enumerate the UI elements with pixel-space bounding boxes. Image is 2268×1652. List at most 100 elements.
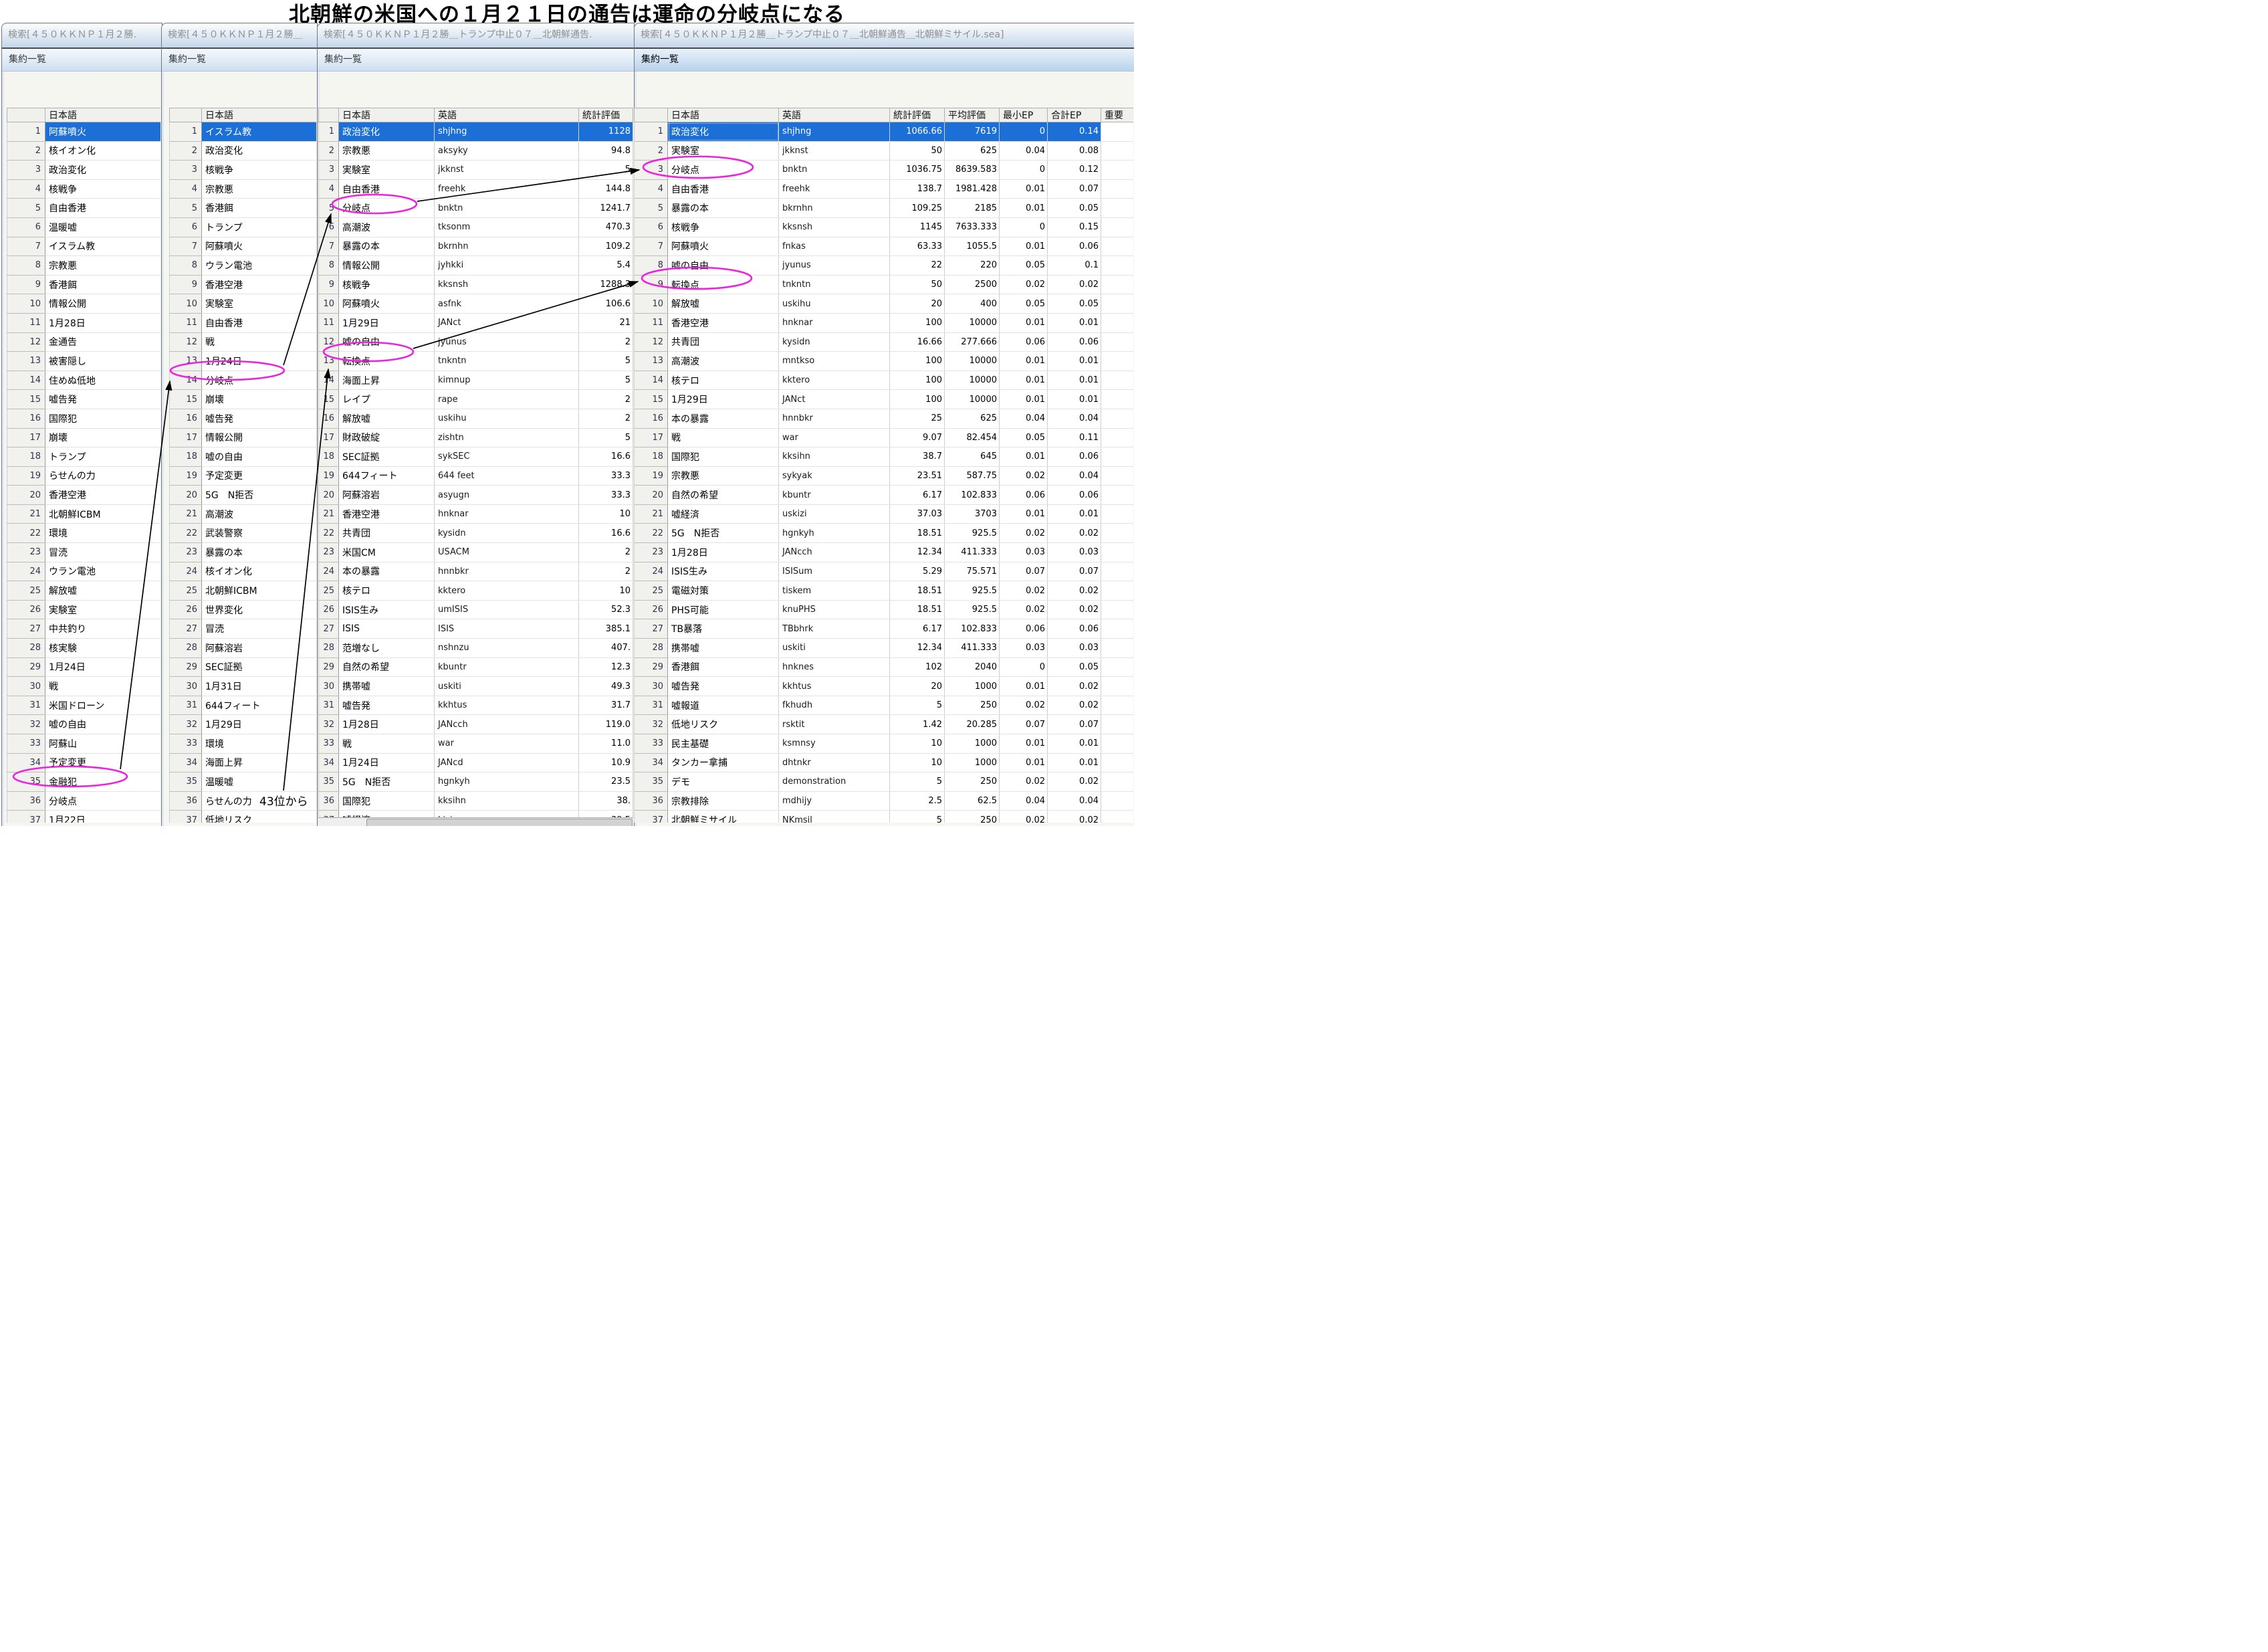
cell-value[interactable]: 2 [579,409,633,428]
row-number-cell[interactable]: 7 [170,237,202,256]
cell-value[interactable]: 0.01 [1000,313,1048,332]
table-row[interactable]: 16解放嘘uskihu2 [319,409,633,428]
cell-value[interactable] [1101,562,1134,581]
table-row[interactable]: 31嘘報道fkhudh52500.020.02 [635,696,1134,715]
table-row[interactable]: 17情報公開 [170,428,317,447]
cell-value[interactable]: 0.02 [1000,524,1048,543]
cell-value[interactable] [1101,199,1134,218]
row-number-cell[interactable]: 21 [7,504,45,524]
cell-value[interactable]: 10 [890,734,945,754]
cell-value[interactable] [1101,524,1134,543]
cell-value[interactable] [1101,734,1134,754]
menu-item-aggregate-list[interactable]: 集約一覧 [635,49,679,70]
table-row[interactable]: 33民主基礎ksmnsy1010000.010.01 [635,734,1134,754]
row-number-cell[interactable]: 3 [319,161,339,180]
cell-english[interactable]: mntkso [779,352,890,371]
column-header[interactable]: 合計EP [1048,108,1101,122]
cell-value[interactable]: 0.01 [1000,179,1048,199]
cell-japanese[interactable]: 戦 [202,332,317,352]
row-number-cell[interactable]: 22 [170,524,202,543]
cell-value[interactable]: 0.02 [1048,581,1101,601]
cell-japanese[interactable]: SEC証拠 [339,447,435,467]
row-number-cell[interactable]: 5 [170,199,202,218]
cell-value[interactable]: 0.07 [1000,562,1048,581]
cell-value[interactable] [1101,294,1134,314]
row-number-cell[interactable]: 2 [170,141,202,161]
row-number-cell[interactable]: 21 [635,504,668,524]
cell-japanese[interactable]: 携帯嘘 [339,677,435,696]
cell-japanese[interactable]: 自然の希望 [339,657,435,677]
cell-value[interactable] [1101,275,1134,294]
cell-japanese[interactable]: 香港餌 [45,275,161,294]
table-row[interactable]: 18SEC証拠sykSEC16.6 [319,447,633,467]
cell-value[interactable]: 49.3 [579,677,633,696]
cell-value[interactable]: 0 [1000,161,1048,180]
table-row[interactable]: 18国際犯kksihn38.76450.010.06 [635,447,1134,467]
cell-english[interactable]: hnknes [779,657,890,677]
cell-value[interactable]: 63.33 [890,237,945,256]
cell-japanese[interactable]: 嘘の自由 [339,332,435,352]
cell-japanese[interactable]: 転換点 [668,275,779,294]
cell-value[interactable]: 0.04 [1000,791,1048,811]
table-row[interactable]: 34予定変更 [7,753,161,772]
table-row[interactable]: 27ISISISIS385.1 [319,619,633,639]
row-number-cell[interactable]: 32 [170,715,202,734]
column-header[interactable]: 平均評価 [945,108,1000,122]
cell-japanese[interactable]: 転換点 [339,352,435,371]
table-row[interactable]: 22武装警察 [170,524,317,543]
table-row[interactable]: 9香港餌 [7,275,161,294]
row-number-cell[interactable]: 17 [170,428,202,447]
cell-value[interactable]: 0.02 [1048,811,1101,823]
cell-japanese[interactable]: 政治変化 [668,122,779,142]
cell-english[interactable]: knuPHS [779,600,890,619]
cell-japanese[interactable]: 海面上昇 [202,753,317,772]
table-row[interactable]: 21北朝鮮ICBM [7,504,161,524]
cell-value[interactable]: 0.02 [1048,600,1101,619]
cell-value[interactable]: 102.833 [945,619,1000,639]
cell-english[interactable]: shjhng [435,122,579,142]
cell-value[interactable]: 587.75 [945,466,1000,486]
cell-value[interactable]: 7619 [945,122,1000,142]
row-number-cell[interactable]: 34 [7,753,45,772]
cell-japanese[interactable]: 核戦争 [339,275,435,294]
row-number-cell[interactable]: 28 [319,639,339,658]
table-row[interactable]: 4自由香港freehk138.71981.4280.010.07 [635,179,1134,199]
cell-value[interactable]: 220 [945,256,1000,276]
cell-english[interactable]: JANcch [779,543,890,562]
cell-value[interactable]: 0.04 [1048,466,1101,486]
cell-value[interactable]: 625 [945,141,1000,161]
table-row[interactable]: 37北朝鮮ミサイルNKmsil52500.020.02 [635,811,1134,823]
cell-value[interactable]: 0.01 [1000,447,1048,467]
table-row[interactable]: 14住めぬ低地 [7,371,161,390]
cell-value[interactable]: 102.833 [945,486,1000,505]
column-header[interactable] [170,108,202,122]
cell-value[interactable]: 0.04 [1000,409,1048,428]
table-row[interactable]: 14分岐点 [170,371,317,390]
row-number-cell[interactable]: 8 [7,256,45,276]
cell-japanese[interactable]: 嘘報道 [668,696,779,715]
cell-value[interactable]: 0.05 [1048,199,1101,218]
table-row[interactable]: 30嘘告発kkhtus2010000.010.02 [635,677,1134,696]
row-number-cell[interactable]: 33 [319,734,339,754]
column-header[interactable]: 英語 [779,108,890,122]
table-row[interactable]: 151月29日JANct100100000.010.01 [635,390,1134,409]
table-row[interactable]: 28范増なしnshnzu407. [319,639,633,658]
cell-value[interactable]: 0.02 [1048,275,1101,294]
table-row[interactable]: 111月29日JANct21 [319,313,633,332]
cell-value[interactable]: 0.06 [1000,332,1048,352]
cell-japanese[interactable]: 米国ドローン [45,696,161,715]
row-number-cell[interactable]: 19 [635,466,668,486]
cell-japanese[interactable]: SEC証拠 [202,657,317,677]
cell-english[interactable]: shjhng [779,122,890,142]
table-row[interactable]: 26PHS可能knuPHS18.51925.50.020.02 [635,600,1134,619]
cell-value[interactable]: 0.06 [1048,447,1101,467]
table-row[interactable]: 24ウラン電池 [7,562,161,581]
table-row[interactable]: 3政治変化 [7,161,161,180]
cell-english[interactable]: mdhijy [779,791,890,811]
cell-english[interactable]: demonstration [779,772,890,792]
cell-value[interactable]: 3703 [945,504,1000,524]
table-row[interactable]: 28阿蘇溶岩 [170,639,317,658]
cell-value[interactable]: 2.5 [890,791,945,811]
column-header[interactable] [7,108,45,122]
cell-value[interactable]: 2 [579,332,633,352]
